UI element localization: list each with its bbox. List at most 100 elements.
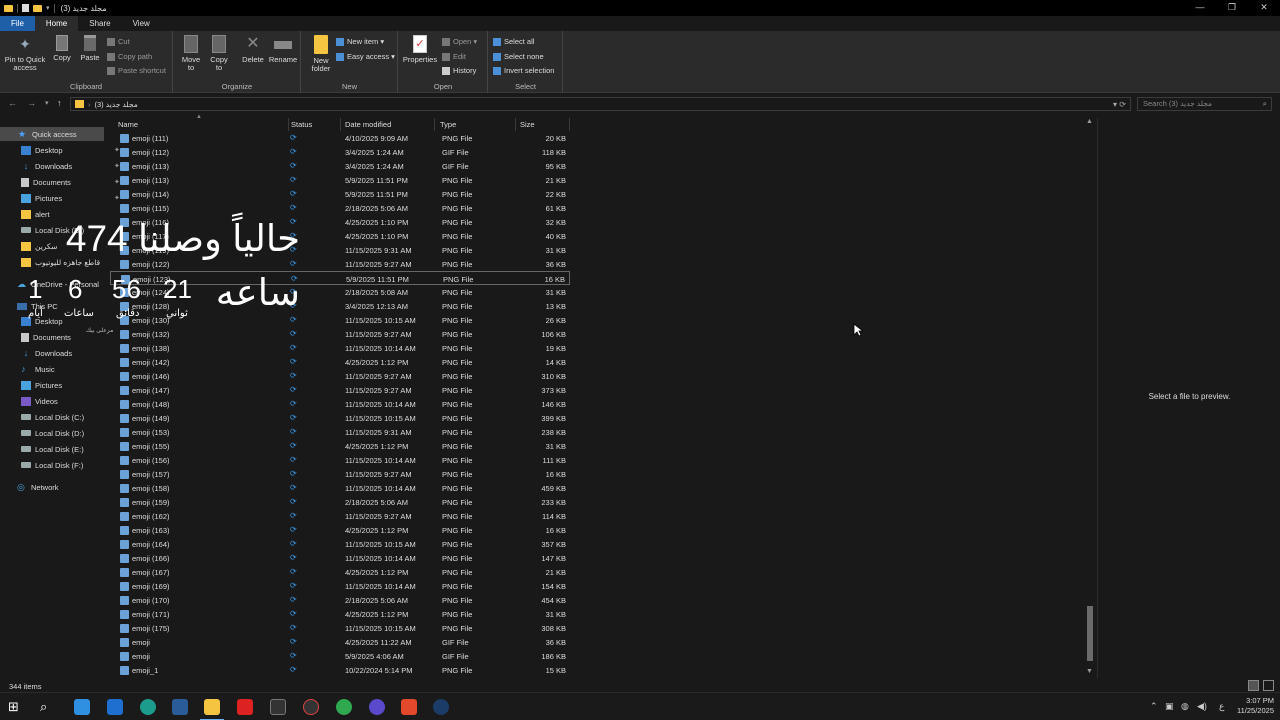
nav-item--[interactable]: سكرين: [21, 239, 57, 253]
delete-button[interactable]: ✕ Delete: [240, 35, 266, 64]
tab-view[interactable]: View: [122, 16, 161, 31]
edge-icon[interactable]: [140, 699, 156, 715]
column-name[interactable]: Name: [114, 118, 289, 131]
network-tray-icon[interactable]: ◍: [1181, 701, 1189, 712]
file-row[interactable]: emoji (164) ⟳ 11/15/2025 10:15 AM PNG File 3…: [110, 537, 570, 551]
file-row[interactable]: emoji (166) ⟳ 11/15/2025 10:14 AM PNG File 1…: [110, 551, 570, 565]
file-row[interactable]: emoji_1 ⟳ 10/22/2024 5:14 PM PNG File 15 KB: [110, 663, 570, 677]
file-row[interactable]: emoji (124) ⟳ 2/18/2025 5:08 AM PNG File 31 …: [110, 285, 570, 299]
file-row[interactable]: emoji (147) ⟳ 11/15/2025 9:27 AM PNG File 37…: [110, 383, 570, 397]
column-type[interactable]: Type: [436, 118, 516, 131]
nav-item-local-disk-f-[interactable]: Local Disk (F:): [21, 458, 83, 472]
tab-share[interactable]: Share: [78, 16, 121, 31]
clock[interactable]: 3:07 PM 11/25/2025: [1237, 696, 1274, 716]
file-row[interactable]: emoji ⟳ 5/9/2025 4:06 AM GIF File 186 KB: [110, 649, 570, 663]
file-row[interactable]: emoji (116) ⟳ 4/25/2025 1:10 PM PNG File 32 …: [110, 215, 570, 229]
minimize-button[interactable]: —: [1184, 0, 1216, 14]
vertical-scrollbar[interactable]: ▲ ▼: [1085, 118, 1095, 678]
nav-network[interactable]: ◎ Network: [17, 480, 59, 494]
file-row[interactable]: emoji (162) ⟳ 11/15/2025 9:27 AM PNG File 11…: [110, 509, 570, 523]
paste-shortcut-button[interactable]: Paste shortcut: [107, 66, 166, 75]
new-folder-button[interactable]: New folder: [306, 35, 336, 73]
scroll-thumb[interactable]: [1087, 606, 1093, 661]
file-row[interactable]: emoji (148) ⟳ 11/15/2025 10:14 AM PNG File 1…: [110, 397, 570, 411]
address-box[interactable]: › مجلد جديد (3) ▾ ⟳: [70, 97, 1131, 111]
file-row[interactable]: emoji (111) ⟳ 4/10/2025 9:09 AM PNG File 20 …: [110, 131, 570, 145]
brave-icon[interactable]: [401, 699, 417, 715]
column-date-modified[interactable]: Date modified: [341, 118, 435, 131]
file-row[interactable]: emoji (169) ⟳ 11/15/2025 10:14 AM PNG File 1…: [110, 579, 570, 593]
discord-icon[interactable]: [369, 699, 385, 715]
copy-to-button[interactable]: Copy to: [207, 35, 231, 72]
nav-item-videos[interactable]: Videos: [21, 394, 58, 408]
pin-to-quick-access-button[interactable]: ✦ Pin to Quick access: [3, 35, 47, 72]
column-size[interactable]: Size: [516, 118, 570, 131]
file-explorer-icon[interactable]: [200, 699, 224, 720]
properties-quick-icon[interactable]: [22, 4, 29, 12]
file-row[interactable]: emoji (175) ⟳ 11/15/2025 10:15 AM PNG File 3…: [110, 621, 570, 635]
file-row[interactable]: emoji (112) ⟳ 3/4/2025 1:24 AM GIF File 118 …: [110, 145, 570, 159]
file-row[interactable]: emoji ⟳ 4/25/2025 11:22 AM GIF File 36 KB: [110, 635, 570, 649]
nav-item-pictures[interactable]: Pictures ✦: [21, 191, 120, 205]
file-row[interactable]: emoji (167) ⟳ 4/25/2025 1:12 PM PNG File 21 …: [110, 565, 570, 579]
nav-quick-access[interactable]: ★ Quick access: [0, 127, 104, 141]
search-icon[interactable]: ⌕: [40, 699, 56, 715]
close-button[interactable]: ✕: [1248, 0, 1280, 14]
tray-app-icon[interactable]: ▣: [1165, 701, 1174, 712]
opera-icon[interactable]: [303, 699, 319, 715]
edit-button[interactable]: Edit: [442, 52, 466, 61]
large-icons-view-icon[interactable]: [1263, 680, 1274, 691]
file-row[interactable]: emoji (113) ⟳ 5/9/2025 11:51 PM PNG File 21 …: [110, 173, 570, 187]
restore-button[interactable]: ❐: [1216, 0, 1248, 14]
easy-access-button[interactable]: Easy access ▾: [336, 52, 395, 61]
file-row[interactable]: emoji (115) ⟳ 2/18/2025 5:06 AM PNG File 61 …: [110, 201, 570, 215]
recent-locations-icon[interactable]: ▾: [45, 99, 49, 107]
file-row[interactable]: emoji (159) ⟳ 2/18/2025 5:06 AM PNG File 233…: [110, 495, 570, 509]
breadcrumb-chevron-icon[interactable]: ›: [88, 100, 91, 109]
volume-icon[interactable]: ◀): [1197, 701, 1207, 712]
store-icon[interactable]: [172, 699, 188, 715]
language-indicator[interactable]: ع: [1219, 701, 1224, 712]
excel-icon[interactable]: [270, 699, 286, 715]
nav-item--[interactable]: قاطع جاهزه لليوتيوب: [21, 255, 100, 269]
history-button[interactable]: History: [442, 66, 476, 75]
file-row[interactable]: emoji (163) ⟳ 4/25/2025 1:12 PM PNG File 16 …: [110, 523, 570, 537]
nav-item-music[interactable]: ♪ Music: [21, 362, 55, 376]
show-hidden-icons-icon[interactable]: ⌃: [1150, 701, 1158, 712]
file-row[interactable]: emoji (119) ⟳ 11/15/2025 9:31 AM PNG File 31…: [110, 243, 570, 257]
details-view-icon[interactable]: [1248, 680, 1259, 691]
file-row[interactable]: emoji (138) ⟳ 11/15/2025 10:14 AM PNG File 1…: [110, 341, 570, 355]
select-all-button[interactable]: Select all: [493, 37, 534, 46]
tab-file[interactable]: File: [0, 16, 35, 31]
copy-button[interactable]: Copy: [50, 35, 74, 62]
file-row[interactable]: emoji (142) ⟳ 4/25/2025 1:12 PM PNG File 14 …: [110, 355, 570, 369]
wps-icon[interactable]: [237, 699, 253, 715]
nav-item-pictures[interactable]: Pictures: [21, 378, 62, 392]
forward-icon[interactable]: →: [27, 98, 36, 108]
file-row[interactable]: emoji (171) ⟳ 4/25/2025 1:12 PM PNG File 31 …: [110, 607, 570, 621]
select-none-button[interactable]: Select none: [493, 52, 544, 61]
open-button[interactable]: Open ▾: [442, 37, 477, 46]
nav-item-documents[interactable]: Documents: [21, 330, 71, 344]
file-row[interactable]: emoji (128) ⟳ 3/4/2025 12:13 AM PNG File 13 …: [110, 299, 570, 313]
nav-onedrive[interactable]: ☁ OneDrive - Personal: [17, 277, 99, 291]
customize-quick-access-icon[interactable]: ▾: [46, 4, 50, 12]
file-row[interactable]: emoji (130) ⟳ 11/15/2025 10:15 AM PNG File 2…: [110, 313, 570, 327]
rename-button[interactable]: Rename: [268, 35, 298, 64]
cut-button[interactable]: Cut: [107, 37, 130, 46]
up-icon[interactable]: ↑: [57, 98, 62, 108]
scroll-up-icon[interactable]: ▲: [1086, 118, 1093, 125]
file-row[interactable]: emoji (170) ⟳ 2/18/2025 5:06 AM PNG File 454…: [110, 593, 570, 607]
file-row[interactable]: emoji (122) ⟳ 11/15/2025 9:27 AM PNG File 36…: [110, 257, 570, 271]
file-row[interactable]: emoji (153) ⟳ 11/15/2025 9:31 AM PNG File 23…: [110, 425, 570, 439]
nav-this-pc[interactable]: This PC: [17, 299, 58, 313]
nav-item-alert[interactable]: alert: [21, 207, 50, 221]
file-row[interactable]: emoji (114) ⟳ 5/9/2025 11:51 PM PNG File 22 …: [110, 187, 570, 201]
file-row[interactable]: emoji (158) ⟳ 11/15/2025 10:14 AM PNG File 4…: [110, 481, 570, 495]
file-row[interactable]: emoji (146) ⟳ 11/15/2025 9:27 AM PNG File 31…: [110, 369, 570, 383]
search-input[interactable]: Search مجلد جديد (3) ⌕: [1137, 97, 1272, 111]
nav-item-local-disk-e-[interactable]: Local Disk (E:): [21, 442, 84, 456]
nav-item-desktop[interactable]: Desktop ✦: [21, 143, 120, 157]
refresh-icon[interactable]: ▾ ⟳: [1113, 100, 1126, 109]
tab-home[interactable]: Home: [34, 16, 79, 31]
